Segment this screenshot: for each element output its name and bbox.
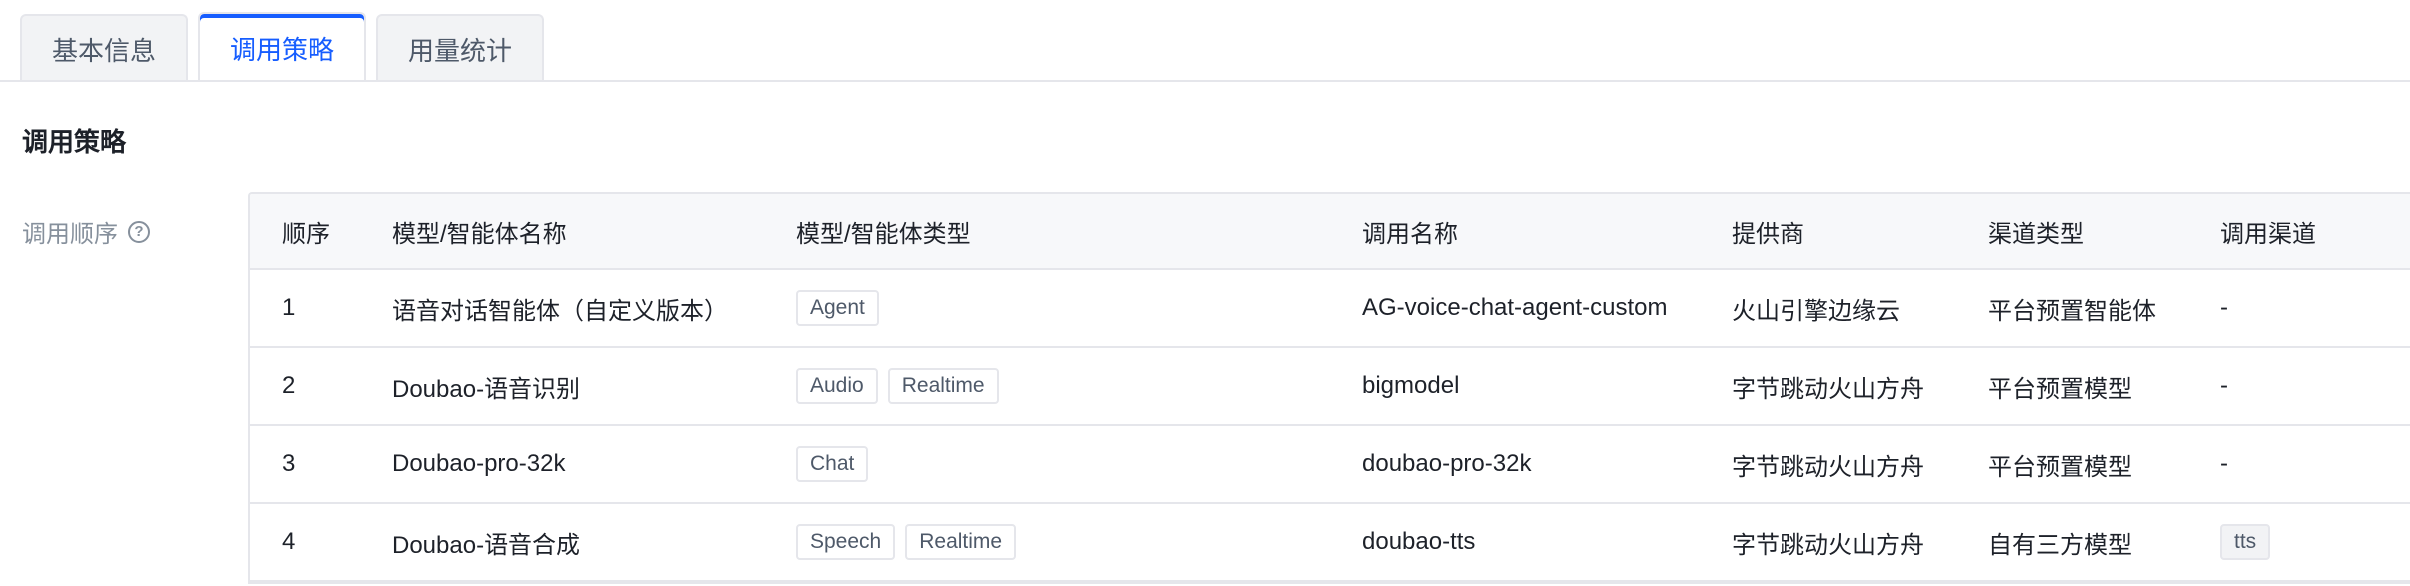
cell-channel-type: 平台预置模型 (1956, 425, 2188, 504)
section-title: 调用策略 (22, 127, 127, 157)
tab-usage-stats[interactable]: 用量统计 (376, 14, 545, 82)
cell-order: 3 (250, 425, 360, 504)
cell-channel: - (2188, 347, 2410, 426)
table-row: 1 语音对话智能体（自定义版本） Agent AG-voice-chat-age… (250, 269, 2410, 348)
type-tag: Realtime (905, 524, 1017, 560)
type-tag: Realtime (887, 368, 999, 404)
cell-provider: 火山引擎边缘云 (1700, 269, 1956, 348)
header-call-name: 调用名称 (1330, 194, 1700, 270)
question-circle-icon[interactable]: ? (128, 220, 150, 243)
type-tag: Audio (796, 368, 878, 404)
channel-tag: tts (2220, 524, 2271, 560)
cell-channel-type: 自有三方模型 (1956, 503, 2188, 582)
table-header-row: 顺序 模型/智能体名称 模型/智能体类型 调用名称 提供商 渠道类型 调用渠道 (250, 194, 2410, 270)
invoke-order-label: 调用顺序 ? (22, 214, 150, 249)
type-tag: Agent (796, 290, 879, 326)
cell-order: 4 (250, 503, 360, 582)
tab-basic-info[interactable]: 基本信息 (20, 14, 189, 82)
cell-types: Audio Realtime (764, 347, 1330, 426)
header-provider: 提供商 (1700, 194, 1956, 270)
cell-types: Speech Realtime (764, 503, 1330, 582)
cell-name: Doubao-pro-32k (360, 425, 764, 504)
cell-call-name: doubao-tts (1330, 503, 1700, 582)
cell-channel-type: 平台预置智能体 (1956, 269, 2188, 348)
cell-call-name: bigmodel (1330, 347, 1700, 426)
cell-name: Doubao-语音合成 (360, 503, 764, 582)
cell-types: Chat (764, 425, 1330, 504)
table-row: 4 Doubao-语音合成 Speech Realtime doubao-tts … (250, 503, 2410, 582)
cell-channel-type: 平台预置模型 (1956, 347, 2188, 426)
cell-call-name: AG-voice-chat-agent-custom (1330, 269, 1700, 348)
header-type: 模型/智能体类型 (764, 194, 1330, 270)
table-row: 3 Doubao-pro-32k Chat doubao-pro-32k 字节跳… (250, 425, 2410, 504)
cell-provider: 字节跳动火山方舟 (1700, 503, 1956, 582)
cell-provider: 字节跳动火山方舟 (1700, 347, 1956, 426)
invoke-order-label-text: 调用顺序 (22, 221, 118, 248)
cell-channel: - (2188, 269, 2410, 348)
cell-name: Doubao-语音识别 (360, 347, 764, 426)
strategy-table: 顺序 模型/智能体名称 模型/智能体类型 调用名称 提供商 渠道类型 调用渠道 … (248, 192, 2410, 584)
cell-order: 2 (250, 347, 360, 426)
cell-channel: tts (2188, 503, 2410, 582)
type-tag: Chat (796, 446, 869, 482)
cell-call-name: doubao-pro-32k (1330, 425, 1700, 504)
cell-types: Agent (764, 269, 1330, 348)
tab-invoke-strategy[interactable]: 调用策略 (198, 12, 367, 82)
header-name: 模型/智能体名称 (360, 194, 764, 270)
cell-order: 1 (250, 269, 360, 348)
table-row: 2 Doubao-语音识别 Audio Realtime bigmodel 字节跳… (250, 347, 2410, 426)
cell-channel: - (2188, 425, 2410, 504)
header-order: 顺序 (250, 194, 360, 270)
tab-bar: 基本信息 调用策略 用量统计 (20, 12, 545, 82)
type-tag: Speech (796, 524, 896, 560)
header-channel: 调用渠道 (2188, 194, 2410, 270)
cell-provider: 字节跳动火山方舟 (1700, 425, 1956, 504)
cell-name: 语音对话智能体（自定义版本） (360, 269, 764, 348)
header-channel-type: 渠道类型 (1956, 194, 2188, 270)
tab-divider (0, 80, 2410, 82)
